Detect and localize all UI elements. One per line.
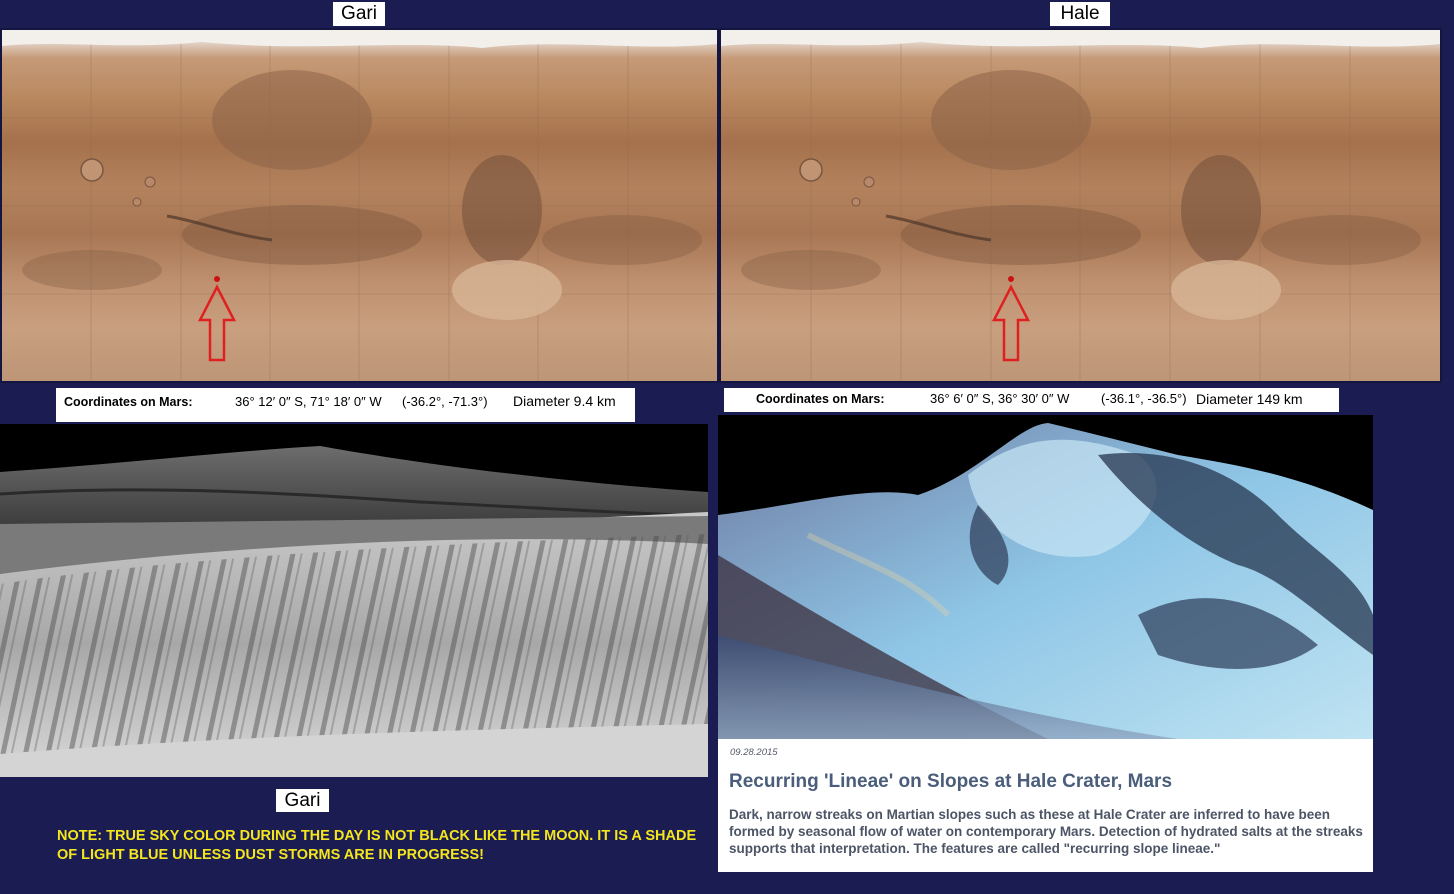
diameter-value: Diameter 9.4 km xyxy=(513,393,616,409)
right-mars-map xyxy=(719,28,1442,383)
diameter-value: Diameter 149 km xyxy=(1196,391,1303,407)
gari-slope-photo xyxy=(0,424,708,777)
hale-article-card: 09.28.2015 Recurring 'Lineae' on Slopes … xyxy=(718,415,1373,872)
left-coordinates-box: Coordinates on Mars: 36° 12′ 0″ S, 71° 1… xyxy=(56,388,635,422)
coordinates-dms: 36° 12′ 0″ S, 71° 18′ 0″ W xyxy=(235,394,382,409)
up-arrow-icon xyxy=(991,284,1031,362)
article-title[interactable]: Recurring 'Lineae' on Slopes at Hale Cra… xyxy=(729,771,1359,793)
coordinates-dms: 36° 6′ 0″ S, 36° 30′ 0″ W xyxy=(930,391,1070,406)
coordinates-decimal: (-36.1°, -36.5°) xyxy=(1101,391,1187,406)
location-marker-icon xyxy=(214,276,220,282)
sky-color-note: NOTE: TRUE SKY COLOR DURING THE DAY IS N… xyxy=(57,828,697,863)
coordinates-label: Coordinates on Mars: xyxy=(64,395,193,409)
right-map-title: Hale xyxy=(1050,2,1110,26)
hale-crater-photo xyxy=(718,415,1373,739)
gari-photo-caption: Gari xyxy=(276,789,329,812)
left-map-title: Gari xyxy=(333,2,385,26)
right-coordinates-box: Coordinates on Mars: 36° 6′ 0″ S, 36° 30… xyxy=(724,388,1339,412)
article-body: Dark, narrow streaks on Martian slopes s… xyxy=(729,807,1363,856)
coordinates-label: Coordinates on Mars: xyxy=(756,392,885,406)
coordinates-decimal: (-36.2°, -71.3°) xyxy=(402,394,488,409)
location-marker-icon xyxy=(1008,276,1014,282)
up-arrow-icon xyxy=(197,284,237,362)
article-date: 09.28.2015 xyxy=(730,747,778,758)
left-mars-map xyxy=(0,28,719,383)
